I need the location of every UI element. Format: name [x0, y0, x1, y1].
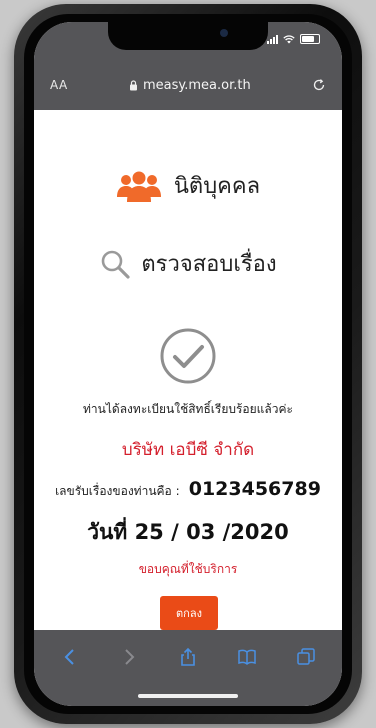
- signal-icon: [267, 34, 278, 44]
- check-status-title: ตรวจสอบเรื่อง: [141, 252, 277, 277]
- registration-date: วันที่ 25 / 03 /2020: [87, 520, 289, 544]
- page-title-row: นิติบุคคล: [34, 168, 342, 203]
- ok-button[interactable]: ตกลง: [160, 596, 218, 630]
- lock-icon: [130, 79, 138, 90]
- url-text: measy.mea.or.th: [143, 77, 251, 93]
- tabs-icon[interactable]: [296, 647, 316, 667]
- thanks-text: ขอบคุณที่ใช้บริการ: [138, 562, 238, 576]
- notch: [108, 22, 268, 50]
- home-indicator[interactable]: [138, 694, 238, 698]
- battery-icon: [300, 34, 320, 44]
- back-icon[interactable]: [60, 647, 80, 667]
- camera-icon: [220, 29, 228, 37]
- share-icon[interactable]: [178, 647, 198, 667]
- reference-label: เลขรับเรื่องของท่านคือ :: [55, 484, 180, 498]
- url-bar[interactable]: AA measy.mea.or.th: [44, 70, 332, 100]
- check-status-heading: ตรวจสอบเรื่อง: [34, 246, 342, 281]
- reference-number: 0123456789: [188, 478, 321, 500]
- search-icon: [102, 250, 130, 279]
- wifi-icon: [283, 34, 295, 43]
- toolbar-items: [34, 644, 342, 670]
- browser-toolbar: [34, 630, 342, 706]
- group-icon: [116, 171, 161, 202]
- phone-screen: AA measy.mea.or.th นิติบุคคล ตรวจสอบเรื่…: [34, 22, 342, 706]
- company-name: บริษัท เอบีซี จำกัด: [121, 440, 255, 460]
- phone-frame: AA measy.mea.or.th นิติบุคคล ตรวจสอบเรื่…: [14, 4, 362, 724]
- forward-icon[interactable]: [119, 647, 139, 667]
- reload-icon[interactable]: [312, 78, 326, 92]
- status-icons: [267, 34, 320, 44]
- check-circle-icon: [160, 328, 216, 384]
- url-display[interactable]: measy.mea.or.th: [129, 78, 251, 93]
- success-message: ท่านได้ลงทะเบียนใช้สิทธิ์เรียบร้อยแล้วค่…: [83, 402, 293, 416]
- page-content: นิติบุคคล ตรวจสอบเรื่อง ท่านได้ลงทะเบียน…: [34, 110, 342, 630]
- bookmarks-icon[interactable]: [237, 647, 257, 667]
- page-title: นิติบุคคล: [173, 174, 261, 199]
- text-size-button[interactable]: AA: [44, 78, 68, 92]
- reference-row: เลขรับเรื่องของท่านคือ : 0123456789: [34, 478, 342, 501]
- browser-top-bar: AA measy.mea.or.th: [34, 22, 342, 110]
